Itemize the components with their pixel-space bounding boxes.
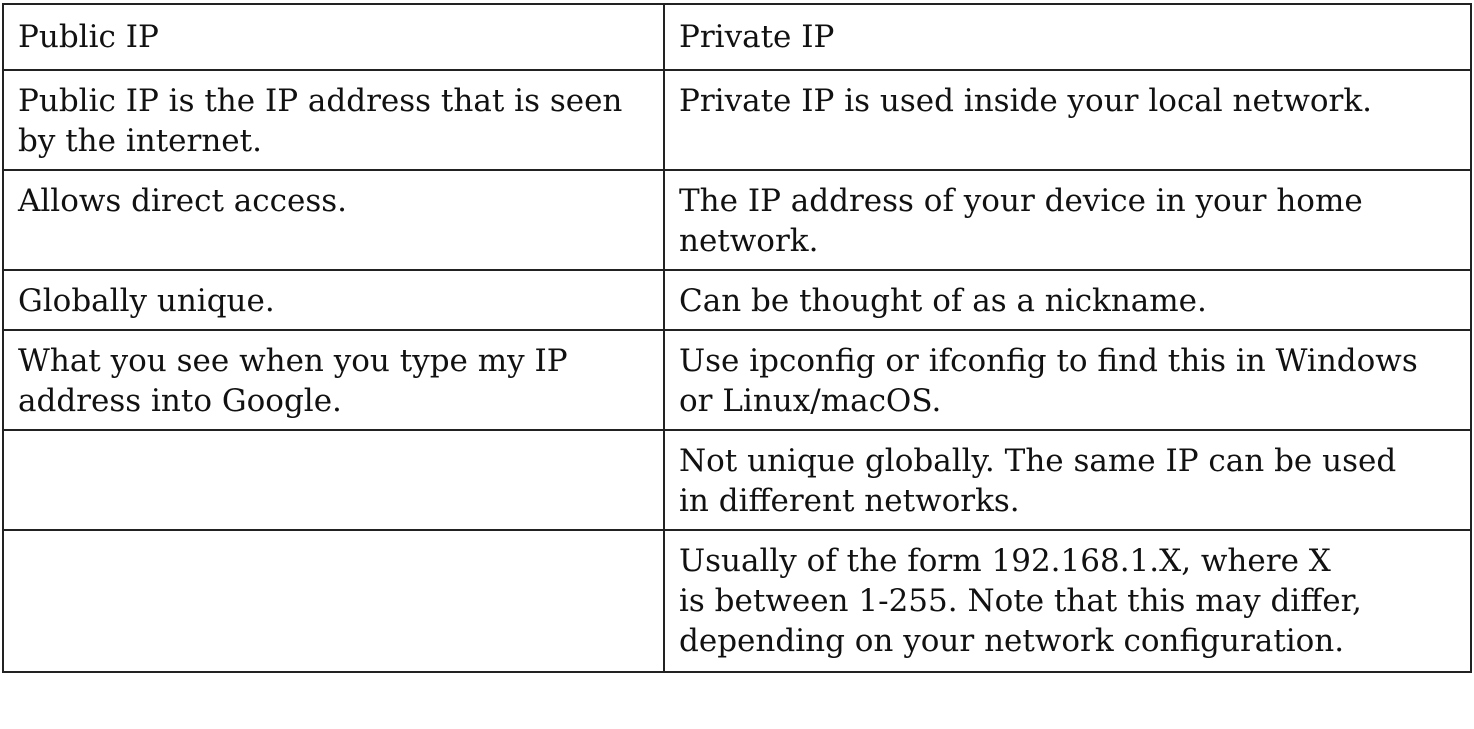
private-ip-cell: Private IP is used inside your local net… (663, 69, 1472, 171)
table-row: Globally unique. Can be thought of as a … (2, 269, 1472, 331)
public-ip-cell: Allows direct access. (2, 169, 665, 271)
public-ip-cell: Globally unique. (2, 269, 665, 331)
table-header-row: Public IP Private IP (2, 3, 1472, 71)
public-ip-cell (2, 429, 665, 531)
private-ip-cell: Can be thought of as a nickname. (663, 269, 1472, 331)
private-ip-cell: The IP address of your device in your ho… (663, 169, 1472, 271)
public-ip-cell: What you see when you type my IP address… (2, 329, 665, 431)
table-row: Public IP is the IP address that is seen… (2, 69, 1472, 171)
public-ip-cell: Public IP is the IP address that is seen… (2, 69, 665, 171)
header-public-ip: Public IP (2, 3, 665, 71)
comparison-table-container: Public IP Private IP Public IP is the IP… (2, 3, 1472, 673)
public-ip-cell (2, 529, 665, 673)
table-row: Usually of the form 192.168.1.X, where X… (2, 529, 1472, 673)
table-row: What you see when you type my IP address… (2, 329, 1472, 431)
table-row: Not unique globally. The same IP can be … (2, 429, 1472, 531)
table-row: Allows direct access. The IP address of … (2, 169, 1472, 271)
private-ip-cell: Not unique globally. The same IP can be … (663, 429, 1472, 531)
private-ip-cell: Use ipconfig or ifconfig to find this in… (663, 329, 1472, 431)
private-ip-cell: Usually of the form 192.168.1.X, where X… (663, 529, 1472, 673)
public-vs-private-ip-table: Public IP Private IP Public IP is the IP… (2, 3, 1472, 673)
header-private-ip: Private IP (663, 3, 1472, 71)
